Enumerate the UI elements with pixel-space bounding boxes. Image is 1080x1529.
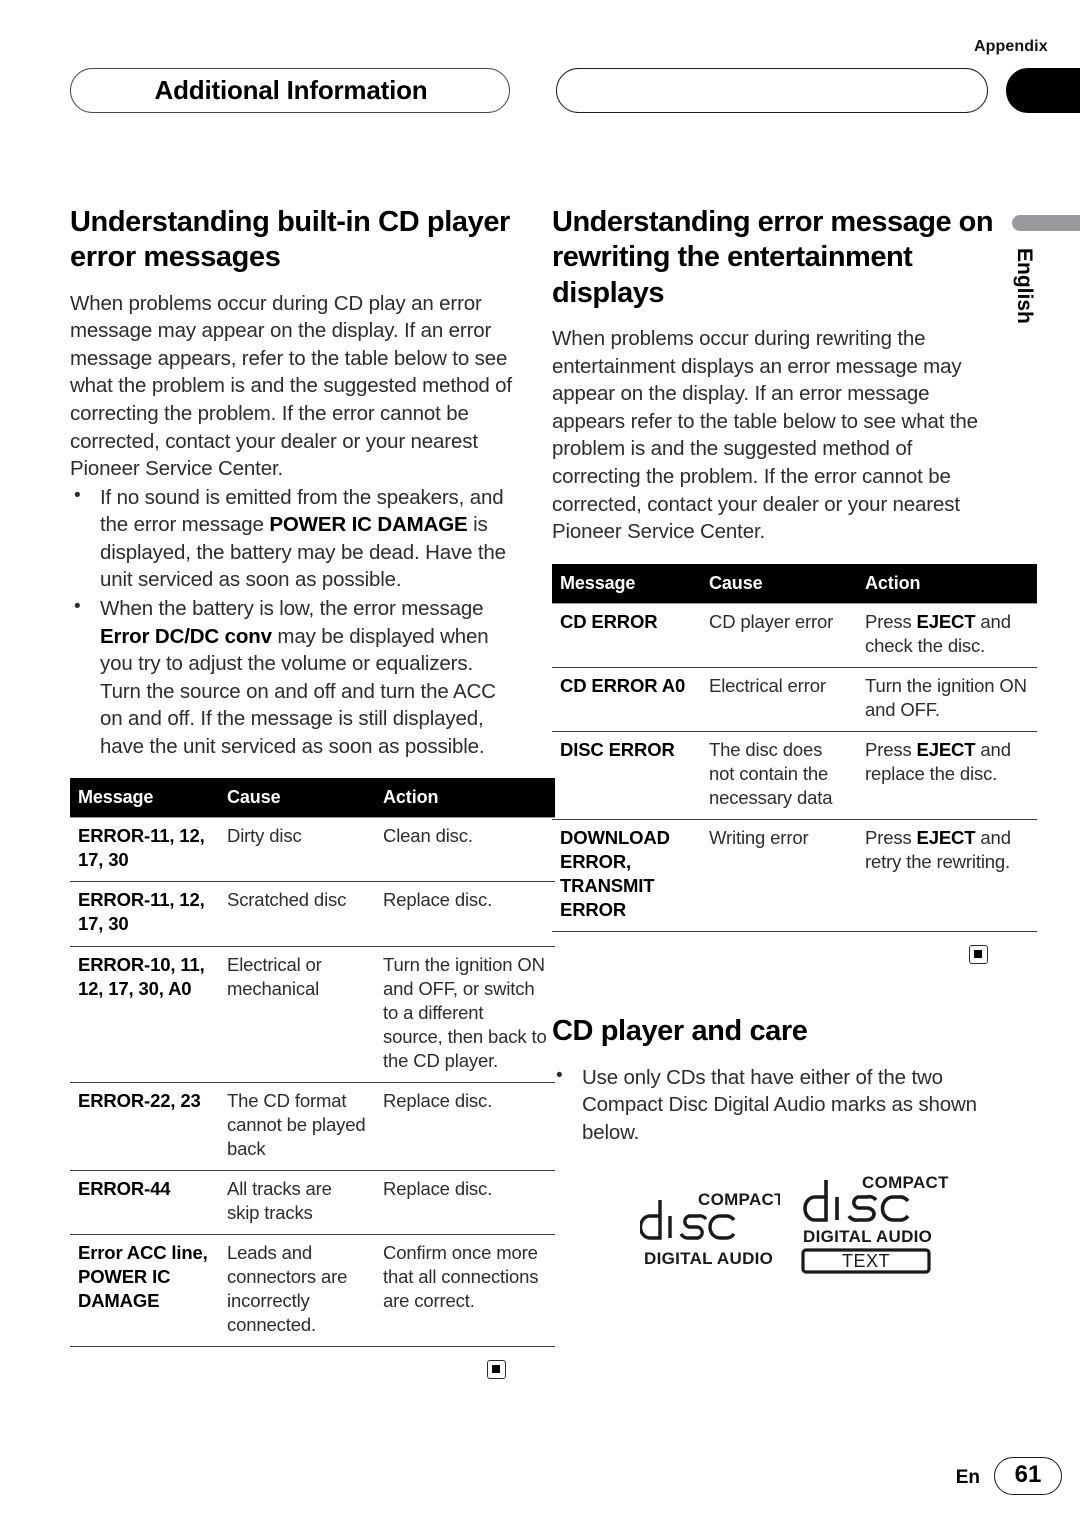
section-end-square-icon [487,1360,506,1380]
display-error-table: Message Cause Action CD ERROR CD player … [552,563,1037,933]
cell-action: Press EJECT and check the disc. [857,602,1037,668]
cell-cause: All tracks are skip tracks [219,1169,375,1235]
page-footer: En 61 [0,1455,1080,1505]
left-intro-paragraph: When problems occur during CD play an er… [70,291,512,481]
cell-cause: Electrical error [701,666,857,732]
left-section-heading: Understanding built-in CD player error m… [70,206,510,274]
cell-action-pre: Turn the ignition ON and OFF. [865,674,1027,720]
page-title: Additional Information [154,75,428,105]
cell-action: Turn the ignition ON and OFF, or switch … [375,945,555,1083]
right-intro-paragraph: When problems occur during rewriting the… [552,327,978,544]
footer-page-number: 61 [994,1457,1062,1495]
svg-text:DIGITAL AUDIO: DIGITAL AUDIO [803,1227,932,1246]
table-row: ERROR-44 All tracks are skip tracks Repl… [70,1169,555,1235]
left-end-marker-row [70,1347,513,1389]
column-header-cause: Cause [219,778,375,818]
table-row: DISC ERROR The disc does not contain the… [552,730,1037,820]
cell-cause: Writing error [701,818,857,932]
list-item: If no sound is emitted from the speakers… [70,483,513,594]
cell-action: Press EJECT and retry the rewriting. [857,818,1037,932]
cell-action-pre: Press [865,826,917,848]
left-bullet-list: If no sound is emitted from the speakers… [70,483,513,761]
table-row: Error ACC line, POWER IC DAMAGE Leads an… [70,1233,555,1347]
cell-action: Confirm once more that all connections a… [375,1233,555,1347]
svg-text:COMPACT: COMPACT [698,1190,780,1209]
cell-message: ERROR-22, 23 [70,1081,219,1171]
column-header-cause: Cause [701,563,857,604]
cell-cause: Dirty disc [219,817,375,882]
compact-disc-digital-audio-text-logo-icon: COMPACT DIGITAL AUDIO TEXT [800,1172,950,1281]
footer-language-code: En [955,1467,980,1488]
cell-message: ERROR-11, 12, 17, 30 [70,817,219,882]
column-header-action: Action [857,563,1037,604]
care-bullet-list: Use only CDs that have either of the two… [552,1063,995,1147]
cell-message: ERROR-11, 12, 17, 30 [70,881,219,946]
cell-action: Replace disc. [375,1169,555,1235]
language-tab-bar [1012,215,1080,231]
table-row: ERROR-22, 23 The CD format cannot be pla… [70,1081,555,1171]
cell-message: ERROR-10, 11, 12, 17, 30, A0 [70,945,219,1083]
appendix-label: Appendix [974,38,1048,55]
compact-disc-digital-audio-logo-icon: COMPACT DIGITAL AUDIO [638,1186,785,1275]
cell-message: DISC ERROR [552,730,701,820]
table-row: CD ERROR A0 Electrical error Turn the ig… [552,666,1037,732]
cell-cause: The CD format cannot be played back [219,1081,375,1171]
right-section-heading: Understanding error message on rewriting… [552,206,994,309]
bullet-text-emphasis: POWER IC DAMAGE [269,513,468,537]
cell-cause: The disc does not contain the necessary … [701,730,857,820]
bullet-text-pre: When the battery is low, the error messa… [100,596,484,620]
list-item: When the battery is low, the error messa… [70,594,513,760]
cell-cause: Electrical or mechanical [219,945,375,1083]
cell-action: Turn the ignition ON and OFF. [857,666,1037,732]
cell-action-pre: Press [865,738,917,760]
cell-message: Error ACC line, POWER IC DAMAGE [70,1233,219,1347]
right-column: Understanding error message on rewriting… [552,205,1037,1282]
table-row: CD ERROR CD player error Press EJECT and… [552,602,1037,668]
cell-message: DOWNLOAD ERROR, TRANSMIT ERROR [552,818,701,932]
cell-cause: CD player error [701,602,857,668]
table-header-row: Message Cause Action [70,778,555,818]
cell-action-emphasis: EJECT [916,738,976,760]
banner-black-tab [1006,68,1080,113]
cell-message: ERROR-44 [70,1169,219,1235]
table-row: DOWNLOAD ERROR, TRANSMIT ERROR Writing e… [552,818,1037,932]
table-header-row: Message Cause Action [552,563,1037,604]
cd-error-table: Message Cause Action ERROR-11, 12, 17, 3… [70,778,555,1348]
column-header-action: Action [375,778,555,818]
svg-text:COMPACT: COMPACT [862,1173,949,1192]
cell-action: Replace disc. [375,1081,555,1171]
cell-cause: Leads and connectors are incorrectly con… [219,1233,375,1347]
cell-action-pre: Press [865,610,917,632]
right-end-marker-row [552,932,995,974]
cell-action-emphasis: EJECT [916,610,976,632]
list-item: Use only CDs that have either of the two… [552,1063,995,1147]
language-tab-label: English [1013,248,1036,324]
cell-message: CD ERROR A0 [552,666,701,732]
cell-message: CD ERROR [552,602,701,668]
cd-logo-group: COMPACT DIGITAL AUDIO COMPACT DIGITAL AU [552,1172,995,1282]
section-end-square-icon [969,945,988,965]
column-header-message: Message [70,778,219,818]
column-header-message: Message [552,563,701,604]
cell-action: Clean disc. [375,817,555,882]
banner-blank-pill [556,68,988,113]
banner-title-pill: Additional Information [70,68,510,113]
svg-text:TEXT: TEXT [842,1251,890,1271]
cell-action: Replace disc. [375,881,555,946]
cell-action: Press EJECT and replace the disc. [857,730,1037,820]
cell-action-emphasis: EJECT [916,826,976,848]
table-row: ERROR-11, 12, 17, 30 Dirty disc Clean di… [70,817,555,882]
care-section-heading: CD player and care [552,1015,808,1048]
left-column: Understanding built-in CD player error m… [70,205,555,1389]
cell-cause: Scratched disc [219,881,375,946]
bullet-text-emphasis: Error DC/DC conv [100,624,272,648]
svg-text:DIGITAL AUDIO: DIGITAL AUDIO [644,1249,773,1268]
table-row: ERROR-11, 12, 17, 30 Scratched disc Repl… [70,881,555,946]
table-row: ERROR-10, 11, 12, 17, 30, A0 Electrical … [70,945,555,1083]
